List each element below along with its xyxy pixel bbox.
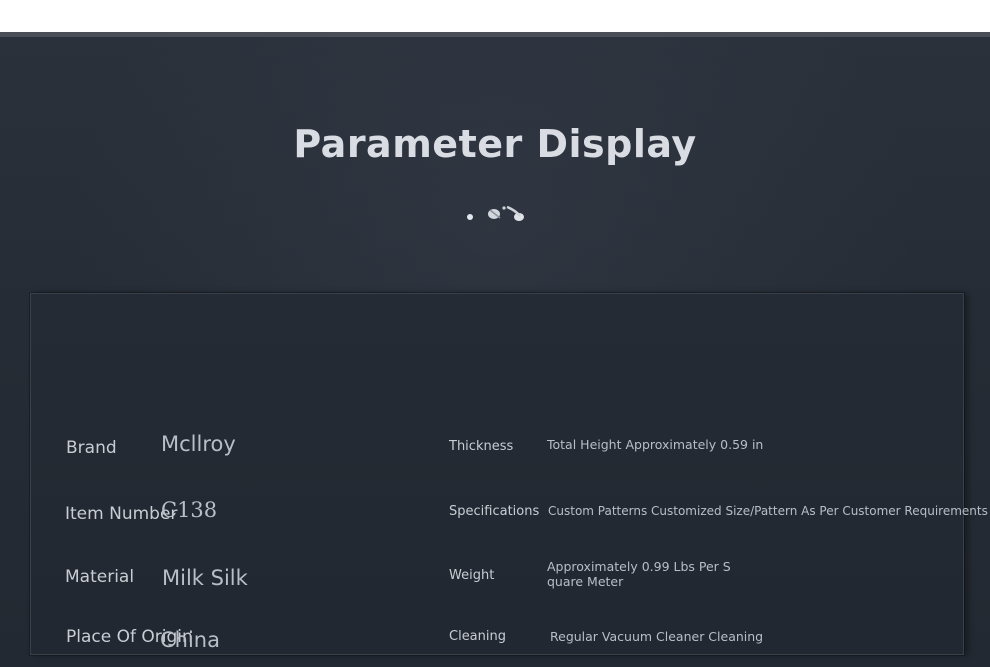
weight-value-line2: quare Meter	[547, 574, 624, 589]
specifications-label: Specifications	[449, 504, 540, 519]
brand-label: Brand	[66, 438, 117, 458]
item-number-value: C138	[161, 498, 218, 522]
page-title: Parameter Display	[293, 122, 697, 166]
material-label: Material	[65, 567, 135, 587]
place-of-origin-value: China	[160, 628, 220, 652]
thickness-label: Thickness	[449, 439, 514, 454]
cleaning-label: Cleaning	[449, 629, 506, 644]
specifications-value: Custom Patterns Customized Size/Pattern …	[548, 504, 988, 518]
brand-value: Mcllroy	[161, 432, 236, 456]
thickness-value: Total Height Approximately 0.59 in	[547, 437, 764, 452]
cleaning-value: Regular Vacuum Cleaner Cleaning	[550, 629, 764, 644]
parameter-panel	[30, 293, 964, 655]
weight-label: Weight	[449, 568, 495, 583]
decorative-scroll-icon	[467, 205, 524, 221]
material-value: Milk Silk	[162, 566, 248, 590]
weight-value-line1: Approximately 0.99 Lbs Per S	[547, 559, 731, 574]
